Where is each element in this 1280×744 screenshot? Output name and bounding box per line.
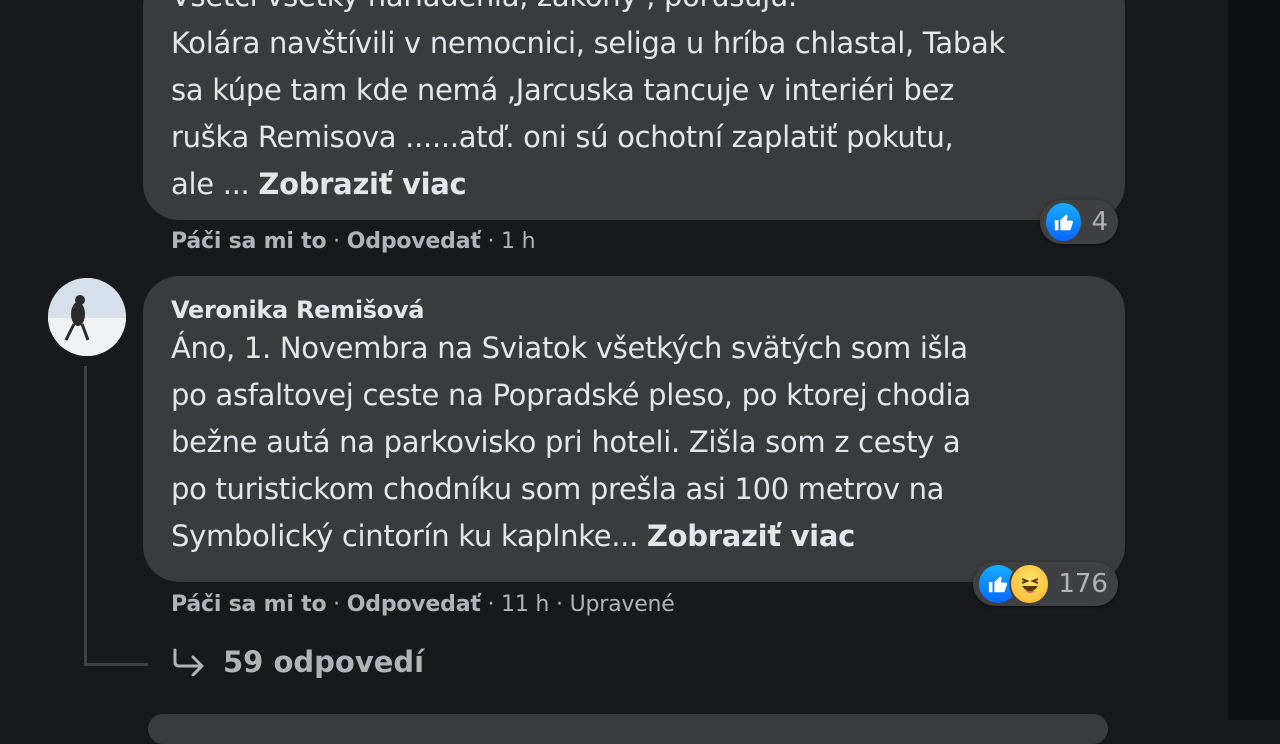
see-more-link[interactable]: Zobraziť viac [258, 167, 466, 201]
comment-1-actions: Páči sa mi to · Odpovedať · 1 h [171, 229, 536, 254]
comment-1-line: sa kúpe tam kde nemá ,Jarcuska tancuje v… [171, 73, 954, 107]
reply-arrow-icon [171, 648, 207, 676]
comment-time[interactable]: 11 h [501, 592, 549, 617]
comment-author[interactable]: Veronika Remišová [171, 296, 1097, 324]
comment-2-line: po turistickom chodníku som prešla asi 1… [171, 472, 945, 506]
reaction-summary-1[interactable]: 4 [1040, 200, 1118, 244]
reaction-count-1: 4 [1091, 207, 1108, 237]
like-action[interactable]: Páči sa mi to [171, 592, 327, 617]
comment-1-line-partial: Všetci všetky nariadenia, zákony , poruš… [171, 0, 1097, 20]
haha-icon [1008, 563, 1051, 605]
reaction-count-2: 176 [1058, 569, 1108, 599]
comment-2-text: Áno, 1. Novembra na Sviatok všetkých svä… [171, 325, 1097, 560]
like-action[interactable]: Páči sa mi to [171, 229, 327, 254]
comment-1-last-text: ale ... [171, 167, 259, 201]
comment-1-line-last: ale ... Zobraziť viac [171, 161, 1097, 208]
see-more-link[interactable]: Zobraziť viac [647, 519, 855, 553]
comment-time[interactable]: 1 h [501, 229, 536, 254]
reply-action[interactable]: Odpovedať [347, 229, 481, 254]
comment-bubble-2: Veronika Remišová Áno, 1. Novembra na Sv… [143, 276, 1125, 582]
page-right-gutter [1228, 0, 1280, 720]
separator: · [480, 229, 502, 254]
comment-2-actions: Páči sa mi to · Odpovedať · 11 h · Uprav… [171, 592, 675, 617]
comment-1-line: ruška Remisova ......atď. oni sú ochotní… [171, 120, 954, 154]
thread-line-horizontal [84, 663, 148, 666]
comment-2-line-last: Symbolický cintorín ku kaplnke... Zobraz… [171, 513, 1097, 560]
comment-2-line: po asfaltovej ceste na Popradské pleso, … [171, 378, 971, 412]
comment-bubble-1: Všetci všetky nariadenia, zákony , poruš… [143, 0, 1125, 220]
comment-1-text: Všetci všetky nariadenia, zákony , poruš… [171, 0, 1097, 208]
separator: · [326, 592, 347, 617]
avatar[interactable] [48, 278, 126, 356]
next-comment-bubble [148, 714, 1108, 744]
comment-1-line: Kolára navštívili v nemocnici, seliga u … [171, 26, 1005, 60]
comment-2-line: Áno, 1. Novembra na Sviatok všetkých svä… [171, 331, 968, 365]
edited-label[interactable]: Upravené [570, 592, 675, 617]
separator: · [549, 592, 570, 617]
view-replies-link[interactable]: 59 odpovedí [171, 645, 424, 679]
comment-2-line: bežne autá na parkovisko pri hoteli. Ziš… [171, 425, 961, 459]
replies-count: 59 odpovedí [223, 645, 425, 679]
separator: · [480, 592, 502, 617]
separator: · [326, 229, 347, 254]
comment-2-last-text: Symbolický cintorín ku kaplnke... [171, 519, 647, 553]
reply-action[interactable]: Odpovedať [347, 592, 481, 617]
thread-line-vertical [84, 366, 87, 666]
reaction-summary-2[interactable]: 176 [973, 562, 1118, 606]
like-icon [1044, 201, 1084, 243]
